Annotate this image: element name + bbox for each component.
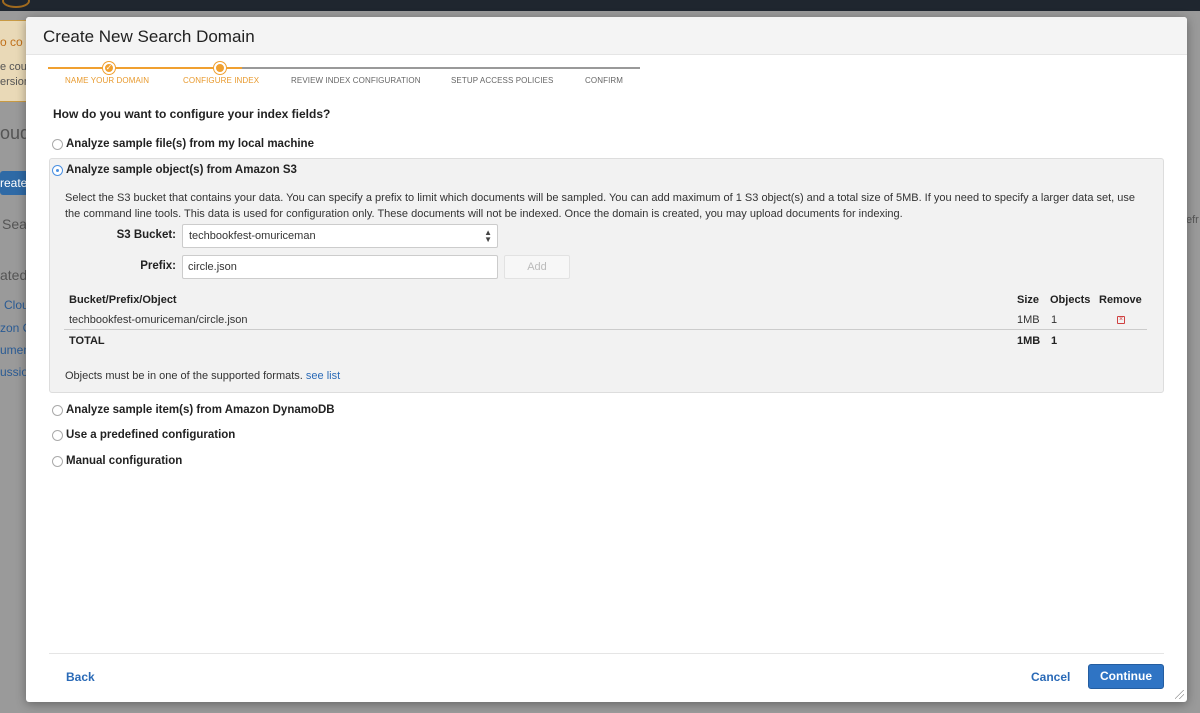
background-refresh-label: efr — [1186, 214, 1199, 226]
table-header-remove: Remove — [1099, 294, 1142, 306]
option-s3[interactable]: Analyze sample object(s) from Amazon S3 — [52, 164, 297, 176]
see-list-link[interactable]: see list — [306, 370, 340, 382]
configure-question: How do you want to configure your index … — [53, 107, 331, 121]
option-local-files-label[interactable]: Analyze sample file(s) from my local mac… — [66, 138, 314, 150]
s3-bucket-label: S3 Bucket: — [116, 229, 176, 241]
step-confirm: CONFIRM — [585, 76, 624, 85]
cancel-button[interactable]: Cancel — [1031, 670, 1070, 684]
notice-title: o co — [0, 35, 23, 49]
prefix-input[interactable]: circle.json — [182, 255, 498, 279]
option-dynamodb[interactable]: Analyze sample item(s) from Amazon Dynam… — [52, 404, 335, 416]
step-review-index-configuration: REVIEW INDEX CONFIGURATION — [291, 76, 421, 85]
option-s3-label[interactable]: Analyze sample object(s) from Amazon S3 — [66, 164, 297, 176]
background-search-label: Sea — [2, 216, 27, 232]
supported-formats-note: Objects must be in one of the supported … — [65, 370, 340, 382]
option-predefined[interactable]: Use a predefined configuration — [52, 429, 235, 441]
radio-dynamodb[interactable] — [52, 404, 63, 416]
step-setup-access-policies: SETUP ACCESS POLICIES — [451, 76, 554, 85]
wizard-stepper: ✓ NAME YOUR DOMAIN CONFIGURE INDEX REVIE… — [48, 62, 640, 92]
step-name-your-domain: NAME YOUR DOMAIN — [65, 76, 150, 85]
table-row-object: techbookfest-omuriceman/circle.json — [69, 314, 248, 326]
table-total-size: 1MB — [1017, 335, 1041, 347]
s3-description: Select the S3 bucket that contains your … — [65, 192, 1136, 220]
prefix-input-value: circle.json — [188, 261, 237, 273]
table-row-objects: 1 — [1051, 314, 1058, 326]
step-active-dot-icon — [214, 62, 226, 74]
stepper-remaining-line — [242, 67, 640, 69]
continue-button[interactable]: Continue — [1088, 664, 1164, 689]
table-header-size: Size — [1017, 294, 1040, 306]
select-arrows-icon: ▲ ▼ — [484, 228, 492, 244]
top-navigation-bar — [0, 0, 1200, 11]
background-link-1[interactable]: Clou — [4, 298, 29, 312]
footer-divider — [49, 653, 1164, 654]
table-divider — [64, 329, 1147, 330]
table-row-size: 1MB — [1017, 314, 1040, 326]
stepper-progress-line — [48, 67, 242, 69]
table-header-objects: Objects — [1050, 294, 1091, 306]
table-total-objects: 1 — [1051, 335, 1058, 347]
s3-bucket-select[interactable]: techbookfest-omuriceman ▲ ▼ — [182, 224, 498, 248]
resize-grip-icon[interactable] — [1175, 690, 1184, 699]
option-predefined-label[interactable]: Use a predefined configuration — [66, 429, 235, 441]
create-domain-modal: Create New Search Domain ✓ NAME YOUR DOM… — [26, 17, 1187, 702]
background-related-heading: ated — [0, 267, 28, 283]
radio-s3[interactable] — [52, 164, 63, 176]
table-total-label: TOTAL — [69, 335, 105, 347]
modal-header: Create New Search Domain — [26, 17, 1187, 55]
radio-predefined[interactable] — [52, 429, 63, 441]
back-button[interactable]: Back — [66, 670, 95, 684]
modal-title: Create New Search Domain — [43, 27, 255, 46]
background-link-4[interactable]: ussio — [0, 365, 28, 379]
s3-bucket-value: techbookfest-omuriceman — [189, 230, 316, 242]
table-header-object: Bucket/Prefix/Object — [69, 294, 177, 306]
option-manual-label[interactable]: Manual configuration — [66, 455, 182, 467]
step-configure-index: CONFIGURE INDEX — [183, 76, 260, 85]
option-dynamodb-label[interactable]: Analyze sample item(s) from Amazon Dynam… — [66, 404, 335, 416]
notice-text-1: e cou — [0, 61, 27, 73]
step-complete-check-icon: ✓ — [103, 62, 115, 74]
option-manual[interactable]: Manual configuration — [52, 455, 182, 467]
remove-object-icon[interactable]: × — [1117, 316, 1125, 324]
option-local-files[interactable]: Analyze sample file(s) from my local mac… — [52, 138, 314, 150]
prefix-label: Prefix: — [140, 260, 176, 272]
radio-local-files[interactable] — [52, 138, 63, 150]
supported-formats-text: Objects must be in one of the supported … — [65, 370, 303, 382]
radio-manual[interactable] — [52, 455, 63, 467]
add-object-button[interactable]: Add — [504, 255, 570, 279]
